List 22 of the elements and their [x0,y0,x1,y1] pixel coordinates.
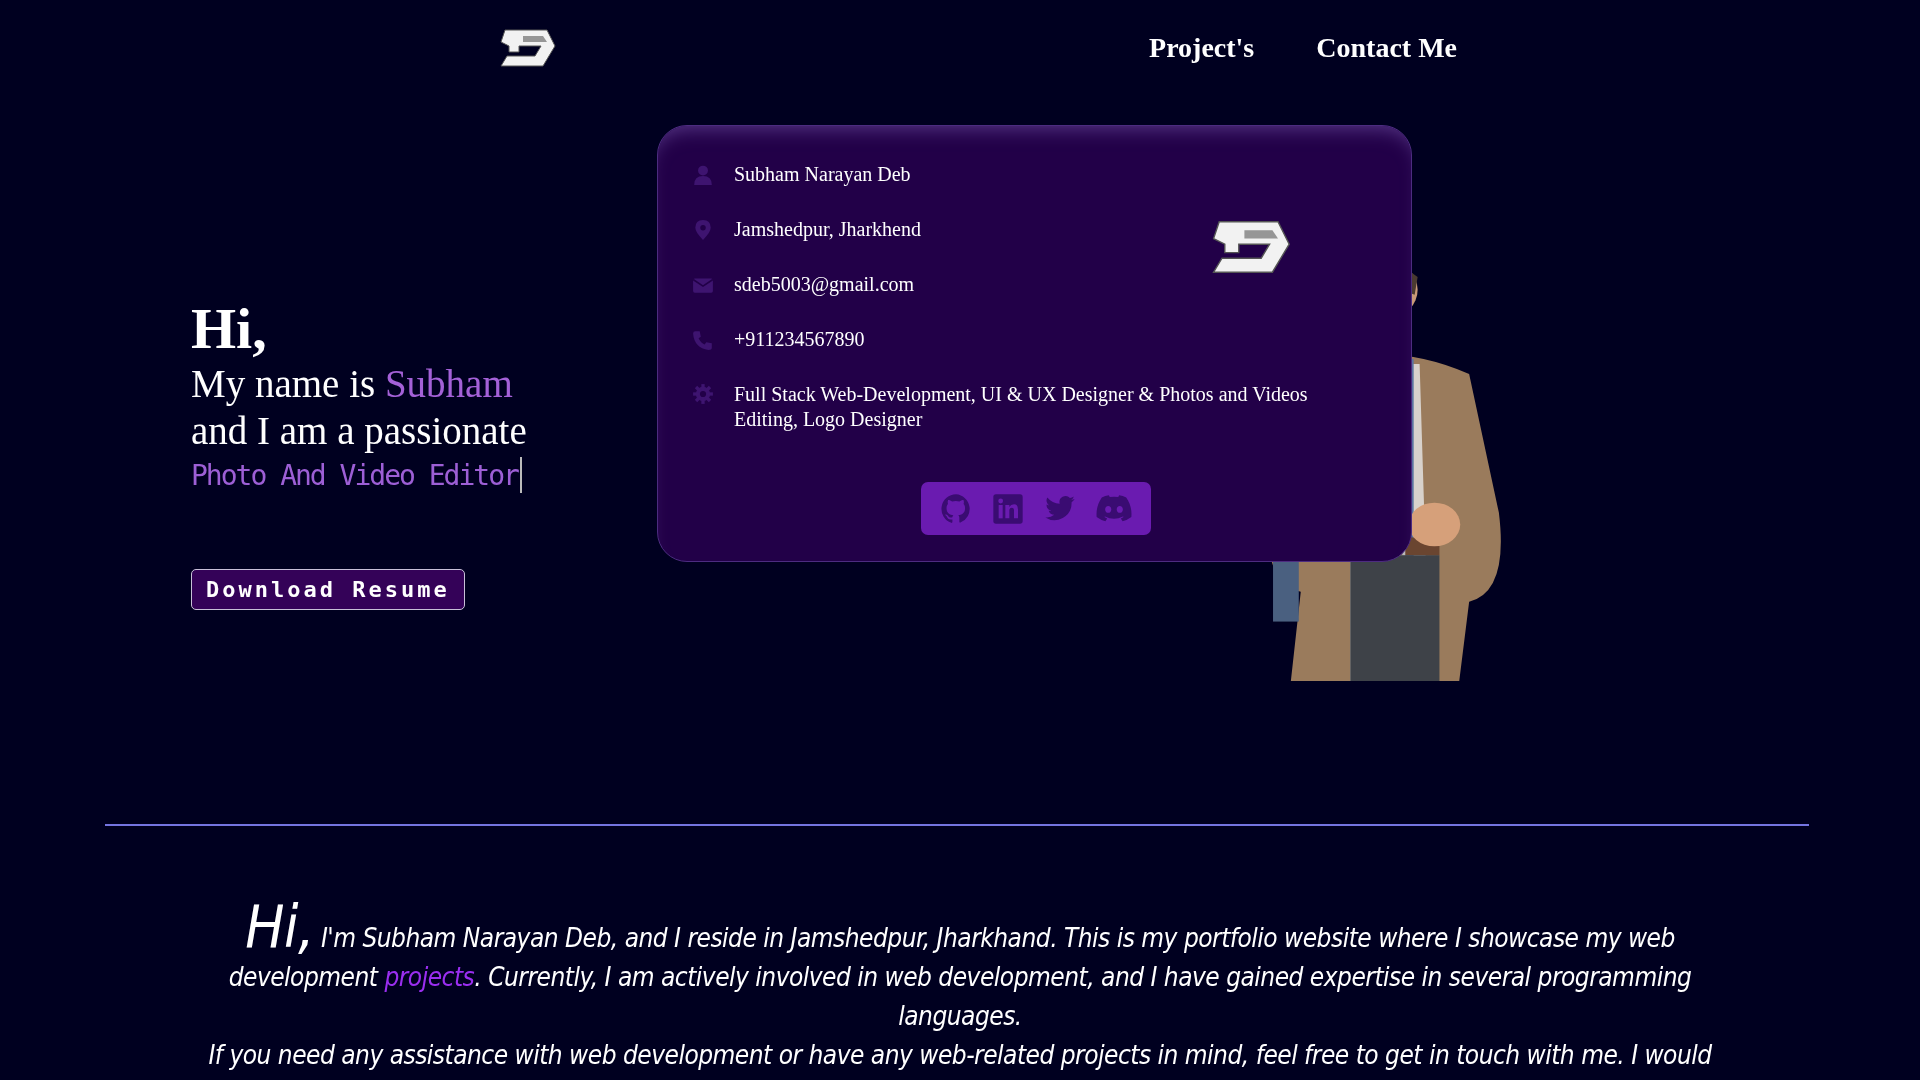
contact-text: sdeb5003@gmail.com [734,272,915,297]
linkedin-icon[interactable] [992,492,1024,525]
projects-link[interactable]: projects [384,962,475,992]
phone-icon [692,328,714,351]
intro-text: My name is Subham [191,360,513,408]
greeting-heading: Hi, [191,299,267,360]
nav-link[interactable]: Contact Me [1316,32,1457,64]
location-pin-icon [692,218,714,241]
nav-link[interactable]: Project's [1149,32,1255,64]
logo-icon [497,28,557,68]
download-resume-button[interactable]: Download Resume [191,569,465,611]
contact-text: Subham Narayan Deb [734,162,911,187]
typing-cursor [519,457,522,494]
intro-text: and I am a passionate [191,408,527,455]
person-icon [692,163,714,186]
role-text: Photo And Video Editor [191,458,518,492]
contact-text: +911234567890 [734,327,865,352]
about-paragraph: Hi,I'm Subham Narayan Deb, and I reside in Jamshedpur, Jharkhand. This is my portfolio website where I showcase my web development projects. Currently, I am actively involved in web development, and I have gained expertise in several programming languages. [227,904,1693,1033]
about-paragraph: If you need any assistance with web development or have any web-related projects in mind, feel free to get in touch with me. I would [207,1039,1713,1072]
github-icon[interactable] [940,492,972,525]
contact-text: Full Stack Web-Development, UI & UX Designer & Photos and Videos Editing, Logo Designer [734,382,1309,432]
contact-text: Jamshedpur, Jharkhend [734,217,921,242]
